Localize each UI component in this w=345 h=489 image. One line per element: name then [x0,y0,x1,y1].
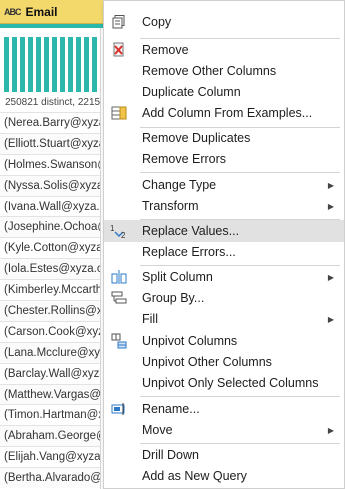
menu-label-fill: Fill [142,312,158,326]
table-row[interactable]: (Abraham.George@xyza.com) [0,425,100,447]
menu-label-replace-values: Replace Values... [142,224,240,238]
table-row[interactable]: (Timon.Hartman@xyza.com) [0,404,100,425]
submenu-arrow-icon: ▶ [327,425,334,435]
menu-item-add-as-new-query[interactable]: Add as New Query [104,465,344,487]
table-row[interactable]: (Ivana.Wall@xyza.com) [0,195,100,217]
table-row[interactable]: (Barclay.Wall@xyza.com) [0,362,100,384]
menu-item-change-type[interactable]: Change Type ▶ [104,174,344,196]
column-context-menu: Copy Remove Remove Other Columns Duplica… [103,0,345,489]
menu-label-add-column-from-examples: Add Column From Examples... [142,106,313,120]
menu-label-group-by: Group By... [142,291,205,305]
menu-item-group-by[interactable]: Group By... [104,287,344,309]
menu-label-unpivot-other-columns: Unpivot Other Columns [142,355,272,369]
unpivot-columns-icon [110,332,128,350]
menu-item-unpivot-columns[interactable]: Unpivot Columns [104,330,344,352]
menu-label-add-as-new-query: Add as New Query [142,469,247,483]
submenu-arrow-icon: ▶ [327,314,334,324]
menu-label-unpivot-only-selected-columns: Unpivot Only Selected Columns [142,376,319,390]
table-row[interactable]: (Elliott.Stuart@xyza.com) [0,132,100,154]
replace-values-icon: 12 [110,222,128,240]
column-stats: 250821 distinct, 2215 [5,97,100,108]
table-row[interactable]: (Kimberley.Mccarthy@xyza.com) [0,279,100,300]
text-type-icon[interactable]: ABC [4,7,21,17]
table-row[interactable]: (Nyssa.Solis@xyza.com) [0,174,100,196]
table-row[interactable]: (Iola.Estes@xyza.com) [0,258,100,280]
menu-item-remove-other-columns[interactable]: Remove Other Columns [104,60,344,82]
menu-label-rename: Rename... [142,402,200,416]
menu-item-split-column[interactable]: Split Column ▶ [104,266,344,288]
table-row[interactable]: (Bertha.Alvarado@xyza.com) [0,467,100,489]
table-row[interactable]: (Chester.Rollins@xyza.com) [0,300,100,321]
menu-item-drill-down[interactable]: Drill Down [104,444,344,466]
column-distribution-histogram [4,34,100,92]
svg-text:1: 1 [110,224,115,233]
submenu-arrow-icon: ▶ [327,180,334,190]
menu-item-remove[interactable]: Remove [104,39,344,61]
menu-item-copy[interactable]: Copy [104,11,344,33]
menu-label-remove-errors: Remove Errors [142,152,227,166]
table-row[interactable]: (Nerea.Barry@xyza.com) [0,112,100,133]
table-row[interactable]: (Josephine.Ochoa@xyza.com) [0,216,100,238]
menu-separator [140,172,340,173]
svg-text:2: 2 [121,231,126,239]
menu-item-rename[interactable]: Rename... [104,398,344,420]
menu-item-replace-values[interactable]: 12 Replace Values... [104,220,344,242]
menu-label-copy: Copy [142,15,172,29]
split-column-icon [110,268,128,286]
menu-item-duplicate-column[interactable]: Duplicate Column [104,81,344,103]
menu-label-drill-down: Drill Down [142,448,199,462]
submenu-arrow-icon: ▶ [327,272,334,282]
remove-column-icon [110,41,128,59]
menu-label-move: Move [142,423,173,437]
table-row[interactable]: (Kyle.Cotton@xyza.com) [0,237,100,258]
menu-item-transform[interactable]: Transform ▶ [104,195,344,217]
menu-item-add-column-from-examples[interactable]: Add Column From Examples... [104,102,344,124]
menu-item-move[interactable]: Move ▶ [104,419,344,441]
menu-item-unpivot-only-selected-columns[interactable]: Unpivot Only Selected Columns [104,372,344,394]
menu-label-unpivot-columns: Unpivot Columns [142,334,238,348]
copy-icon [110,13,128,31]
menu-item-replace-errors[interactable]: Replace Errors... [104,241,344,263]
menu-label-remove: Remove [142,43,189,57]
menu-item-remove-errors[interactable]: Remove Errors [104,148,344,170]
menu-label-replace-errors: Replace Errors... [142,245,236,259]
menu-label-transform: Transform [142,199,199,213]
add-column-examples-icon [110,104,128,122]
table-row[interactable]: (Matthew.Vargas@xyza.com) [0,383,100,405]
table-row[interactable]: (Lana.Mcclure@xyza.com) [0,341,100,363]
menu-label-change-type: Change Type [142,178,217,192]
menu-item-fill[interactable]: Fill ▶ [104,308,344,330]
menu-label-duplicate-column: Duplicate Column [142,85,241,99]
menu-label-split-column: Split Column [142,270,213,284]
rename-icon [110,400,128,418]
menu-separator [140,396,340,397]
menu-item-unpivot-other-columns[interactable]: Unpivot Other Columns [104,351,344,373]
table-row[interactable]: (Carson.Cook@xyza.com) [0,320,100,342]
group-by-icon [110,289,128,307]
menu-item-remove-duplicates[interactable]: Remove Duplicates [104,127,344,149]
column-title: Email [25,4,58,19]
menu-label-remove-duplicates: Remove Duplicates [142,131,251,145]
submenu-arrow-icon: ▶ [327,201,334,211]
menu-label-remove-other-columns: Remove Other Columns [142,64,277,78]
data-rows: (Nerea.Barry@xyza.com)(Elliott.Stuart@xy… [0,112,100,489]
table-row[interactable]: (Holmes.Swanson@xyza.com) [0,153,100,175]
table-row[interactable]: (Elijah.Vang@xyza.com) [0,446,100,467]
